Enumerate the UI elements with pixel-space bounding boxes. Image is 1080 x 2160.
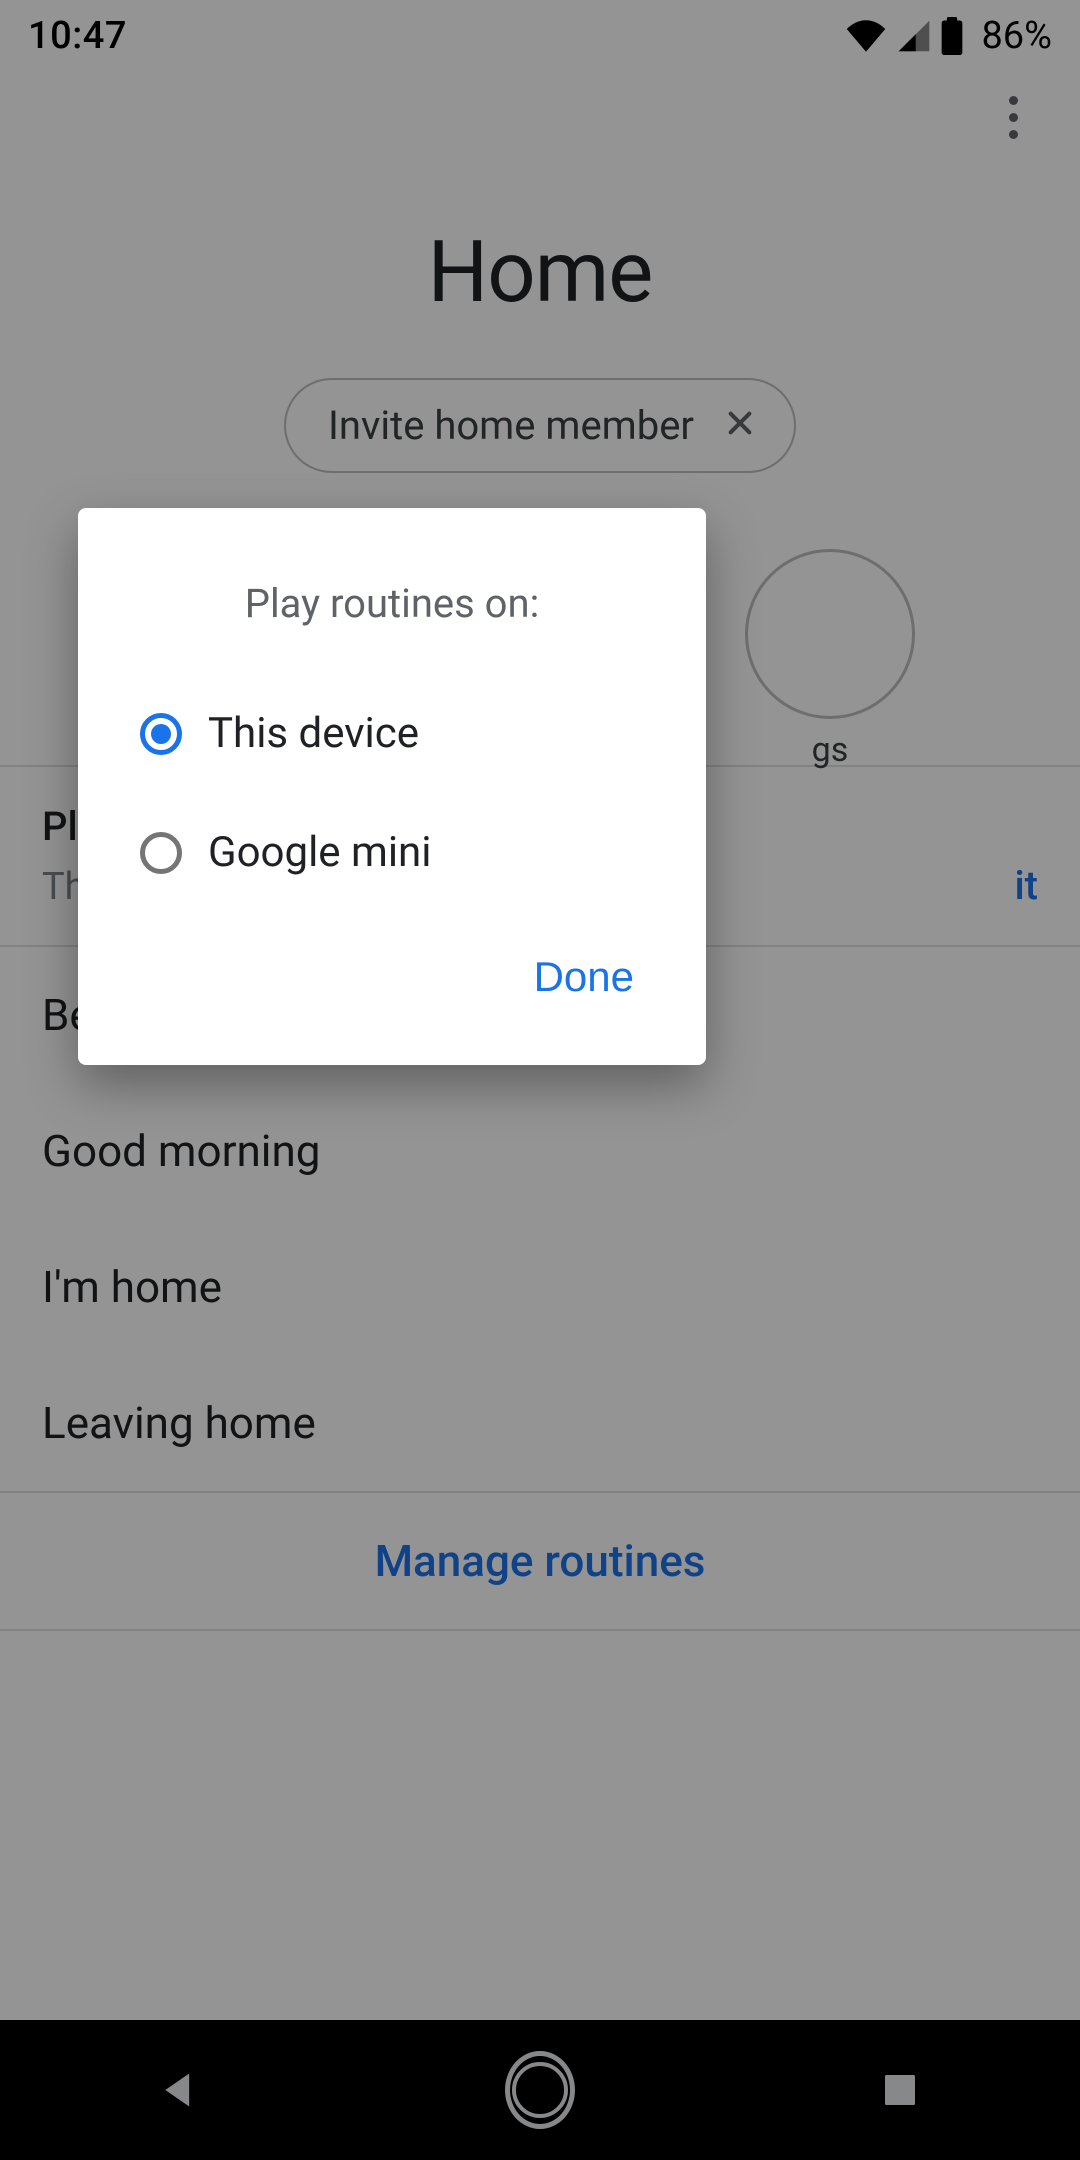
dialog-title: Play routines on:: [78, 580, 706, 627]
dialog-actions: Done: [78, 903, 706, 1015]
radio-label: Google mini: [208, 828, 431, 877]
radio-label: This device: [208, 709, 419, 758]
radio-option-this-device[interactable]: This device: [78, 683, 706, 784]
play-routines-dialog: Play routines on: This device Google min…: [78, 508, 706, 1065]
radio-option-google-mini[interactable]: Google mini: [78, 802, 706, 903]
radio-icon: [140, 713, 182, 755]
radio-icon: [140, 832, 182, 874]
done-button[interactable]: Done: [512, 939, 656, 1015]
modal-scrim[interactable]: [0, 0, 1080, 2160]
